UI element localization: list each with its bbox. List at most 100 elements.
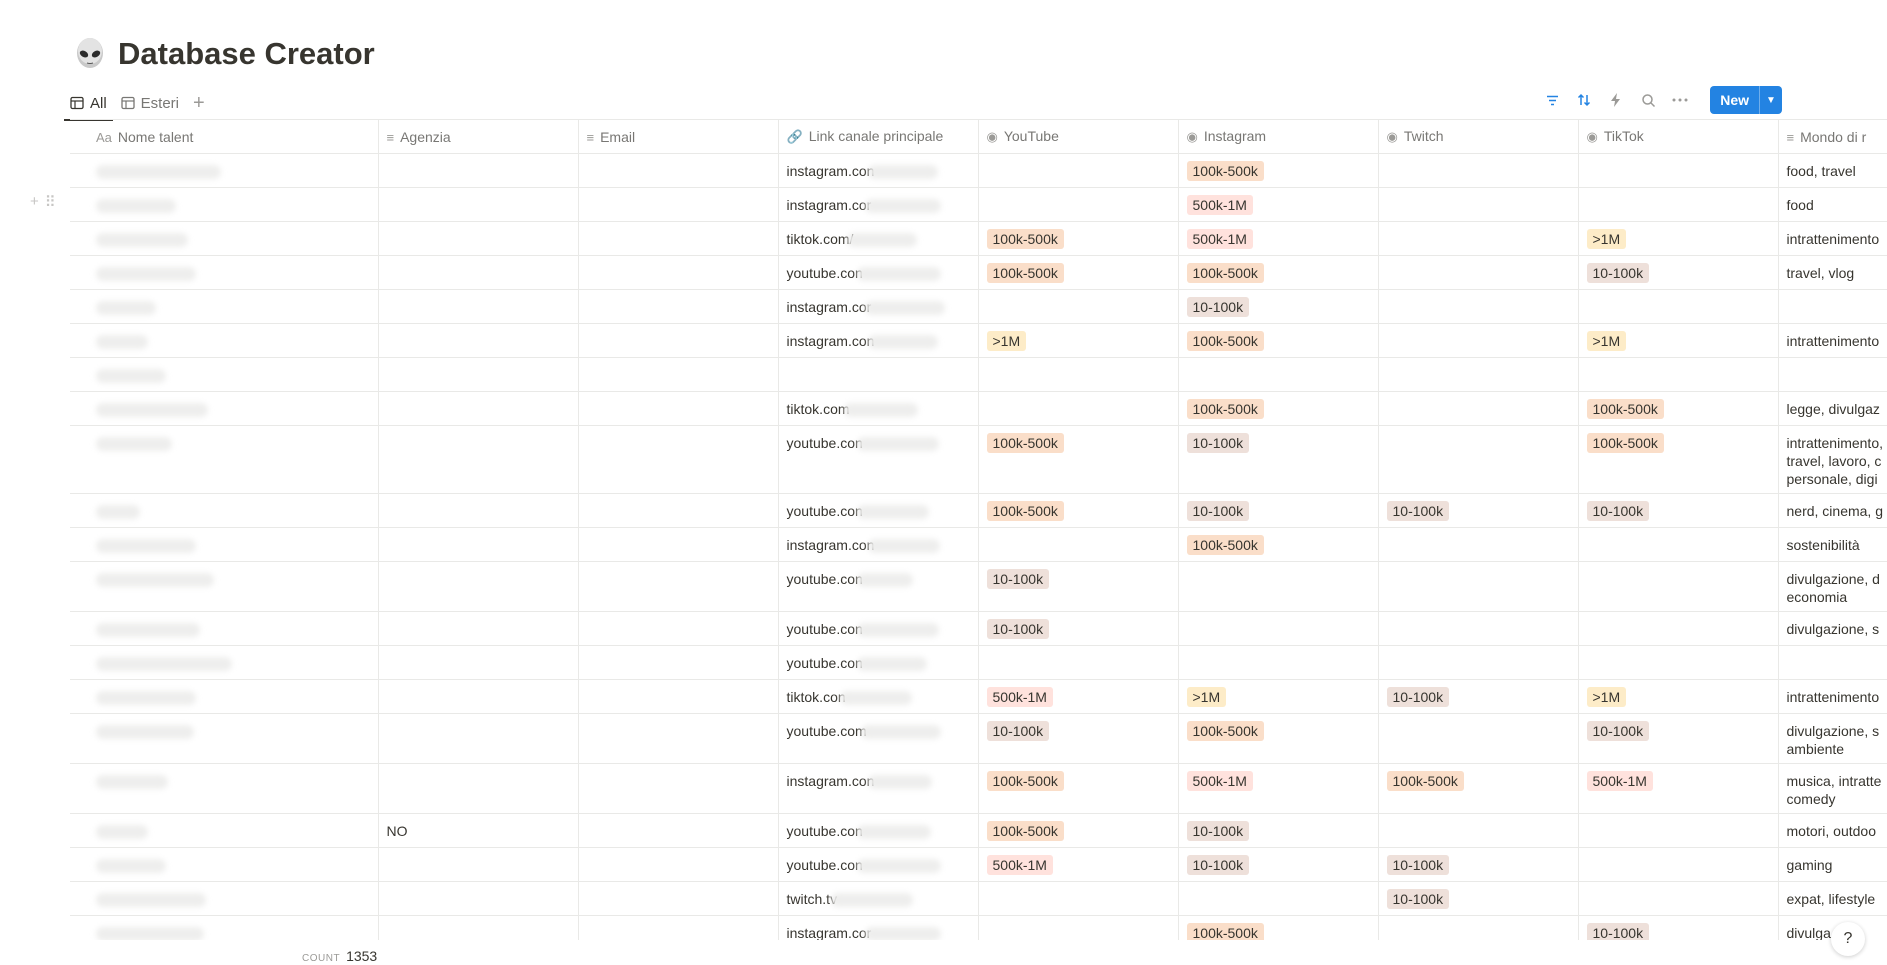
cell-youtube[interactable] bbox=[978, 915, 1179, 940]
cell-nome-talent[interactable] bbox=[70, 289, 379, 324]
cell-instagram[interactable] bbox=[1178, 561, 1379, 612]
cell-youtube[interactable]: 100k-500k bbox=[978, 221, 1179, 256]
link-text[interactable]: instagram.con bbox=[787, 537, 875, 553]
cell-agenzia[interactable] bbox=[378, 255, 579, 290]
help-button[interactable]: ? bbox=[1831, 922, 1865, 956]
cell-nome-talent[interactable] bbox=[70, 611, 379, 646]
cell-agenzia[interactable] bbox=[378, 391, 579, 426]
cell-twitch[interactable]: 10-100k bbox=[1378, 679, 1579, 714]
table-row[interactable] bbox=[70, 357, 1887, 392]
cell-tiktok[interactable] bbox=[1578, 153, 1779, 188]
cell-twitch[interactable] bbox=[1378, 915, 1579, 940]
cell-nome-talent[interactable] bbox=[70, 713, 379, 764]
cell-mondo[interactable]: divulgazione, s bbox=[1778, 611, 1887, 646]
cell-mondo[interactable] bbox=[1778, 645, 1887, 680]
table-row[interactable]: twitch.tv 10-100k expat, lifestyle bbox=[70, 881, 1887, 916]
cell-mondo[interactable]: food, travel bbox=[1778, 153, 1887, 188]
cell-email[interactable] bbox=[578, 221, 779, 256]
cell-tiktok[interactable]: 100k-500k bbox=[1578, 425, 1779, 494]
column-header[interactable]: ≡ Agenzia bbox=[378, 120, 579, 154]
cell-instagram[interactable]: 100k-500k bbox=[1178, 255, 1379, 290]
cell-email[interactable] bbox=[578, 679, 779, 714]
cell-nome-talent[interactable] bbox=[70, 561, 379, 612]
cell-agenzia[interactable] bbox=[378, 561, 579, 612]
cell-agenzia[interactable] bbox=[378, 881, 579, 916]
cell-youtube[interactable]: 10-100k bbox=[978, 561, 1179, 612]
cell-tiktok[interactable]: 10-100k bbox=[1578, 915, 1779, 940]
table-row[interactable]: youtube.con 100k-500k 10-100k 100k-500k intr… bbox=[70, 425, 1887, 494]
cell-twitch[interactable] bbox=[1378, 153, 1579, 188]
column-header[interactable]: ≡ Mondo di r bbox=[1778, 120, 1887, 154]
cell-email[interactable] bbox=[578, 255, 779, 290]
cell-mondo[interactable]: travel, vlog bbox=[1778, 255, 1887, 290]
cell-youtube[interactable] bbox=[978, 645, 1179, 680]
cell-link[interactable]: youtube.con bbox=[778, 561, 979, 612]
link-text[interactable]: youtube.con bbox=[787, 503, 863, 519]
cell-link[interactable]: youtube.con bbox=[778, 493, 979, 528]
link-text[interactable]: youtube.con bbox=[787, 857, 863, 873]
cell-twitch[interactable]: 10-100k bbox=[1378, 847, 1579, 882]
cell-tiktok[interactable] bbox=[1578, 289, 1779, 324]
cell-twitch[interactable] bbox=[1378, 289, 1579, 324]
cell-link[interactable]: youtube.con bbox=[778, 611, 979, 646]
cell-link[interactable]: youtube.con bbox=[778, 847, 979, 882]
cell-nome-talent[interactable] bbox=[70, 255, 379, 290]
more-icon[interactable] bbox=[1670, 90, 1690, 110]
cell-twitch[interactable] bbox=[1378, 255, 1579, 290]
cell-agenzia[interactable] bbox=[378, 357, 579, 392]
cell-agenzia[interactable] bbox=[378, 611, 579, 646]
cell-twitch[interactable]: 10-100k bbox=[1378, 493, 1579, 528]
cell-youtube[interactable]: >1M bbox=[978, 323, 1179, 358]
cell-link[interactable]: instagram.cor bbox=[778, 187, 979, 222]
cell-twitch[interactable]: 10-100k bbox=[1378, 881, 1579, 916]
cell-email[interactable] bbox=[578, 425, 779, 494]
cell-link[interactable]: instagram.con bbox=[778, 153, 979, 188]
cell-nome-talent[interactable] bbox=[70, 493, 379, 528]
table-row[interactable]: instagram.cor 500k-1M food bbox=[70, 187, 1887, 222]
cell-nome-talent[interactable] bbox=[70, 425, 379, 494]
cell-nome-talent[interactable] bbox=[70, 915, 379, 940]
cell-youtube[interactable]: 10-100k bbox=[978, 611, 1179, 646]
cell-youtube[interactable]: 500k-1M bbox=[978, 847, 1179, 882]
cell-tiktok[interactable]: 500k-1M bbox=[1578, 763, 1779, 814]
table-row[interactable]: youtube.con 10-100k divulgazione, d econom… bbox=[70, 561, 1887, 612]
cell-tiktok[interactable] bbox=[1578, 611, 1779, 646]
cell-twitch[interactable] bbox=[1378, 527, 1579, 562]
cell-tiktok[interactable] bbox=[1578, 881, 1779, 916]
drag-handle-icon[interactable]: ⠿ bbox=[45, 193, 56, 211]
cell-agenzia[interactable] bbox=[378, 763, 579, 814]
table-row[interactable]: tiktok.com/100k-500k 500k-1M >1M intratteni… bbox=[70, 221, 1887, 256]
cell-email[interactable] bbox=[578, 915, 779, 940]
table-row[interactable]: instagram.con 100k-500k 500k-1M 100k-500k 50… bbox=[70, 763, 1887, 814]
link-text[interactable]: twitch.tv bbox=[787, 891, 838, 907]
cell-nome-talent[interactable] bbox=[70, 645, 379, 680]
filter-icon[interactable] bbox=[1542, 90, 1562, 110]
cell-email[interactable] bbox=[578, 763, 779, 814]
cell-email[interactable] bbox=[578, 289, 779, 324]
cell-youtube[interactable]: 100k-500k bbox=[978, 763, 1179, 814]
link-text[interactable]: instagram.cor bbox=[787, 299, 872, 315]
link-text[interactable]: youtube.con bbox=[787, 435, 863, 451]
cell-mondo[interactable]: intrattenimento, travel, lavoro, c perso… bbox=[1778, 425, 1887, 494]
cell-youtube[interactable] bbox=[978, 391, 1179, 426]
cell-nome-talent[interactable] bbox=[70, 357, 379, 392]
cell-tiktok[interactable]: 10-100k bbox=[1578, 713, 1779, 764]
link-text[interactable]: youtube.con bbox=[787, 655, 863, 671]
cell-agenzia[interactable] bbox=[378, 153, 579, 188]
cell-mondo[interactable]: divulgazione, d economia bbox=[1778, 561, 1887, 612]
chevron-down-icon[interactable]: ▼ bbox=[1759, 86, 1782, 114]
cell-mondo[interactable]: motori, outdoo bbox=[1778, 813, 1887, 848]
cell-twitch[interactable] bbox=[1378, 187, 1579, 222]
cell-link[interactable]: youtube.con bbox=[778, 425, 979, 494]
cell-email[interactable] bbox=[578, 847, 779, 882]
cell-instagram[interactable]: 100k-500k bbox=[1178, 391, 1379, 426]
cell-agenzia[interactable] bbox=[378, 187, 579, 222]
cell-nome-talent[interactable] bbox=[70, 527, 379, 562]
link-text[interactable]: instagram.cor bbox=[787, 925, 872, 940]
cell-nome-talent[interactable] bbox=[70, 323, 379, 358]
cell-nome-talent[interactable] bbox=[70, 391, 379, 426]
cell-youtube[interactable] bbox=[978, 187, 1179, 222]
cell-agenzia[interactable] bbox=[378, 323, 579, 358]
cell-instagram[interactable]: 500k-1M bbox=[1178, 763, 1379, 814]
cell-tiktok[interactable]: 10-100k bbox=[1578, 255, 1779, 290]
